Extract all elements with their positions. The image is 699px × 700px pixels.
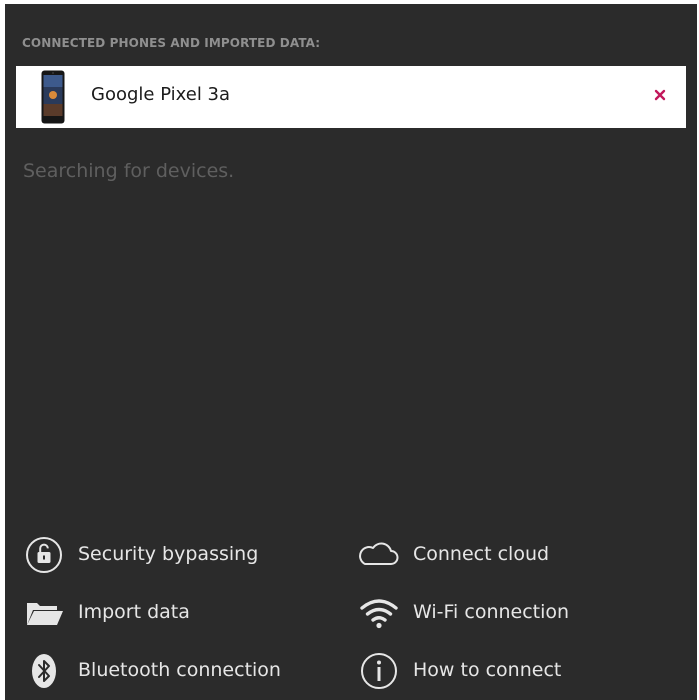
device-row-google-pixel-3a[interactable]: Google Pixel 3a bbox=[16, 66, 686, 128]
remove-device-button[interactable] bbox=[650, 85, 670, 105]
connect-cloud-button[interactable]: Connect cloud bbox=[357, 535, 577, 575]
section-title: CONNECTED PHONES AND IMPORTED DATA: bbox=[22, 36, 321, 50]
wifi-icon bbox=[360, 599, 398, 629]
search-status-text: Searching for devices. bbox=[23, 160, 235, 182]
info-icon bbox=[361, 653, 397, 689]
wifi-connection-label: Wi-Fi connection bbox=[413, 601, 570, 623]
unlock-icon bbox=[26, 537, 62, 573]
bluetooth-icon bbox=[32, 654, 56, 688]
cloud-icon bbox=[359, 542, 399, 565]
folder-icon bbox=[27, 603, 63, 625]
phone-icon bbox=[41, 70, 65, 124]
import-data-label: Import data bbox=[78, 601, 190, 623]
security-bypassing-button[interactable]: Security bypassing bbox=[22, 535, 282, 575]
connect-cloud-label: Connect cloud bbox=[413, 543, 550, 565]
wifi-connection-button[interactable]: Wi-Fi connection bbox=[357, 593, 597, 633]
bluetooth-connection-label: Bluetooth connection bbox=[78, 659, 281, 681]
device-name: Google Pixel 3a bbox=[91, 84, 231, 105]
bluetooth-connection-button[interactable]: Bluetooth connection bbox=[22, 651, 312, 691]
connections-panel: CONNECTED PHONES AND IMPORTED DATA: Goog… bbox=[5, 4, 697, 700]
how-to-connect-button[interactable]: How to connect bbox=[357, 651, 587, 691]
how-to-connect-label: How to connect bbox=[413, 659, 562, 681]
security-bypassing-label: Security bypassing bbox=[78, 543, 259, 565]
import-data-button[interactable]: Import data bbox=[22, 593, 242, 633]
